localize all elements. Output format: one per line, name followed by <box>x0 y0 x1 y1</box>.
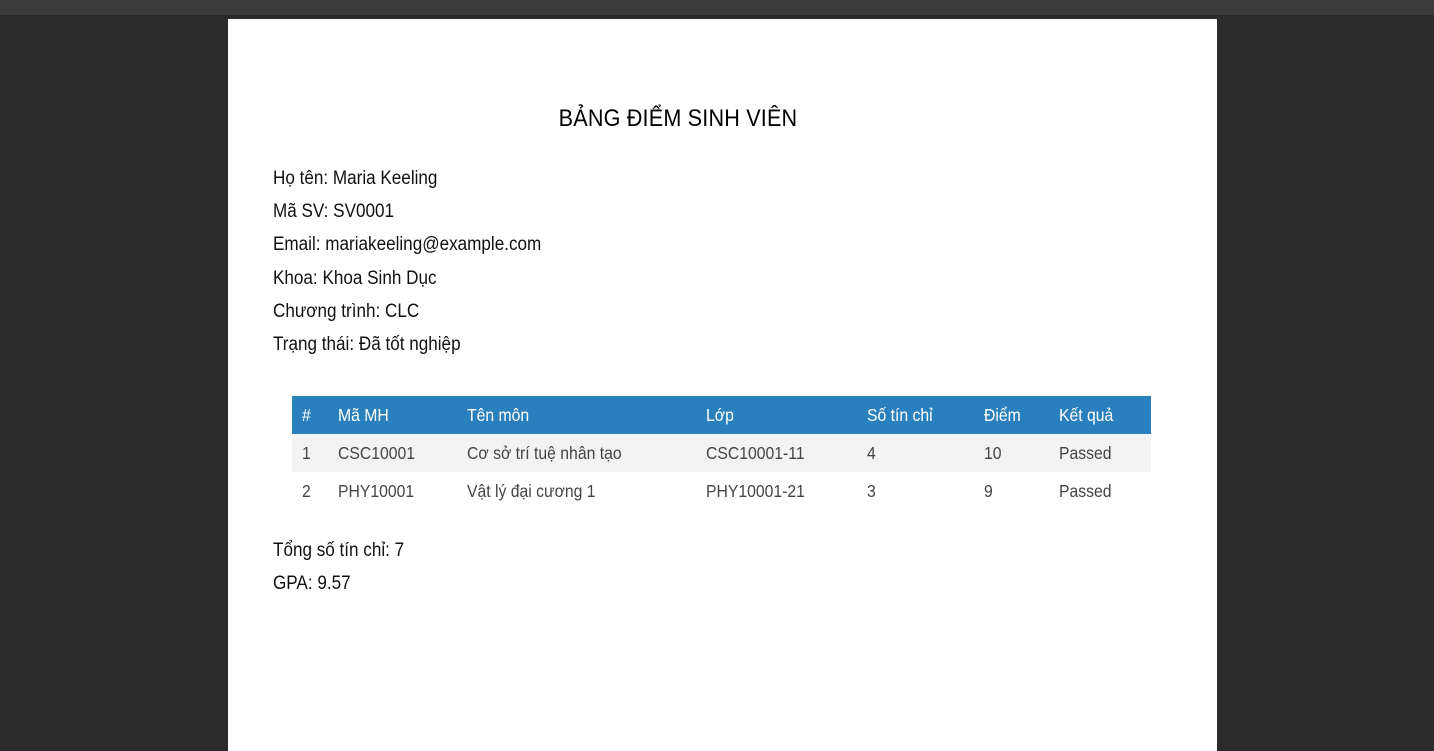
page-title: BẢNG ĐIỂM SINH VIÊN <box>558 105 798 132</box>
cell-result: Passed <box>1049 472 1151 510</box>
document-page: BẢNG ĐIỂM SINH VIÊN Họ tên: Maria Keelin… <box>228 19 1217 751</box>
total-credits: Tổng số tín chỉ: 7 <box>273 540 405 561</box>
cell-index: 2 <box>292 472 328 510</box>
cell-score: 10 <box>974 434 1049 472</box>
header-course-code: Mã MH <box>328 396 457 434</box>
student-info: Họ tên: Maria Keeling Mã SV: SV0001 Emai… <box>273 162 571 361</box>
cell-credits: 3 <box>857 472 974 510</box>
table-row: 2 PHY10001 Vật lý đại cương 1 PHY10001-2… <box>292 472 1151 510</box>
student-name: Họ tên: Maria Keeling <box>273 168 438 189</box>
student-email: Email: mariakeeling@example.com <box>273 234 542 256</box>
cell-credits: 4 <box>857 434 974 472</box>
gpa: GPA: 9.57 <box>273 573 351 595</box>
student-id: Mã SV: SV0001 <box>273 201 395 223</box>
table-row: 1 CSC10001 Cơ sở trí tuệ nhân tạo CSC100… <box>292 434 1151 472</box>
cell-result: Passed <box>1049 434 1151 472</box>
table-header-row: # Mã MH Tên môn Lớp Số tín chỉ Điểm Kết … <box>292 396 1151 434</box>
cell-course-code: PHY10001 <box>328 472 457 510</box>
cell-class: PHY10001-21 <box>696 472 857 510</box>
header-result: Kết quả <box>1049 396 1151 434</box>
cell-course-code: CSC10001 <box>328 434 457 472</box>
header-class: Lớp <box>696 396 857 434</box>
student-status: Trạng thái: Đã tốt nghiệp <box>273 333 461 355</box>
cell-course-name: Cơ sở trí tuệ nhân tạo <box>457 434 696 472</box>
cell-index: 1 <box>292 434 328 472</box>
header-index: # <box>292 396 328 434</box>
header-score: Điểm <box>974 396 1049 434</box>
header-credits: Số tín chỉ <box>857 396 974 434</box>
header-course-name: Tên môn <box>457 396 696 434</box>
grade-summary: Tổng số tín chỉ: 7 GPA: 9.57 <box>273 534 419 600</box>
student-program: Chương trình: CLC <box>273 300 420 322</box>
student-faculty: Khoa: Khoa Sinh Dục <box>273 267 437 289</box>
grades-table: # Mã MH Tên môn Lớp Số tín chỉ Điểm Kết … <box>292 396 1151 510</box>
cell-score: 9 <box>974 472 1049 510</box>
cell-class: CSC10001-11 <box>696 434 857 472</box>
viewer-toolbar <box>0 0 1434 15</box>
cell-course-name: Vật lý đại cương 1 <box>457 472 696 510</box>
